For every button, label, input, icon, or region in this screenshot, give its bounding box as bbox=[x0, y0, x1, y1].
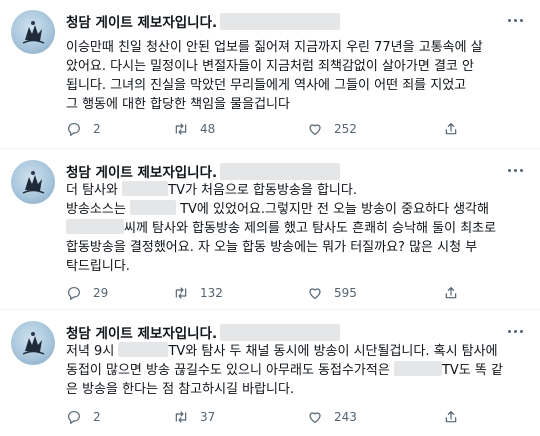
more-dots-icon[interactable] bbox=[506, 324, 524, 338]
tweet-text: 저녁 9시 TV와 탐사 두 채널 동시에 방송이 시단될겁니다. 혹시 탐사에… bbox=[66, 342, 530, 399]
like-button[interactable]: 243 bbox=[307, 407, 357, 427]
like-count: 595 bbox=[334, 286, 357, 300]
like-count: 252 bbox=[334, 122, 357, 136]
retweet-icon bbox=[173, 409, 189, 425]
retweet-count: 37 bbox=[200, 410, 216, 424]
reply-icon bbox=[66, 409, 82, 425]
avatar[interactable] bbox=[11, 321, 55, 365]
text-fragment: 동접이 많으면 방송 끊길수도 있으니 아무래도 동접수가적은 bbox=[66, 363, 390, 378]
like-button[interactable]: 252 bbox=[307, 119, 357, 139]
author-name[interactable]: 청담 게이트 제보자입니다. bbox=[66, 161, 217, 181]
heart-icon bbox=[307, 409, 323, 425]
author-name[interactable]: 청담 게이트 제보자입니다. bbox=[66, 322, 217, 342]
text-fragment: TV가 처음으로 합동방송을 합니다. bbox=[168, 183, 357, 198]
retweet-icon bbox=[173, 285, 189, 301]
avatar[interactable] bbox=[11, 10, 55, 54]
text-fragment: TV도 똑 같 bbox=[441, 363, 503, 378]
retweet-button[interactable]: 132 bbox=[173, 283, 223, 303]
text-fragment: TV와 탐사 두 채널 동시에 방송이 시단될겁니다. 혹시 탐사에 bbox=[168, 344, 498, 359]
share-icon bbox=[443, 121, 459, 137]
redacted-text bbox=[129, 200, 176, 215]
text-fragment: 방송소스는 bbox=[66, 202, 126, 217]
reply-icon bbox=[66, 285, 82, 301]
action-bar: 2 48 252 bbox=[66, 119, 506, 139]
redacted-text bbox=[66, 219, 124, 234]
author-name[interactable]: 청담 게이트 제보자입니다. bbox=[66, 11, 217, 31]
retweet-button[interactable]: 37 bbox=[173, 407, 215, 427]
redacted-text bbox=[118, 342, 169, 357]
redacted-handle bbox=[220, 323, 341, 341]
reply-icon bbox=[66, 121, 82, 137]
retweet-icon bbox=[173, 121, 189, 137]
text-line: 이승만때 친일 청산이 안된 업보를 짊어져 지금까지 우린 77년을 고통속에… bbox=[66, 40, 483, 55]
reply-button[interactable]: 29 bbox=[66, 283, 108, 303]
avatar[interactable] bbox=[11, 160, 55, 204]
text-line: 그 행동에 대한 합당한 책임을 물을겁니다 bbox=[66, 97, 290, 112]
redacted-text bbox=[393, 361, 442, 376]
retweet-button[interactable]: 48 bbox=[173, 119, 215, 139]
reply-button[interactable]: 2 bbox=[66, 119, 101, 139]
redacted-text bbox=[122, 181, 169, 196]
reply-count: 29 bbox=[93, 286, 109, 300]
tweet-text: 더 탐사와 TV가 처음으로 합동방송을 합니다. 방송소스는 TV에 있었어요… bbox=[66, 181, 530, 276]
text-fragment: 저녁 9시 bbox=[66, 344, 115, 359]
text-fragment: TV에 있었어요.그렇지만 전 오늘 방송이 중요하다 생각해 bbox=[180, 202, 489, 217]
action-bar: 2 37 243 bbox=[66, 407, 506, 427]
text-line: 탁드립니다. bbox=[66, 259, 130, 274]
share-button[interactable] bbox=[443, 407, 459, 427]
text-line: 합동방송을 결정했어요. 자 오늘 합동 방송에는 뭐가 터질까요? 많은 시청… bbox=[66, 240, 478, 255]
redacted-handle bbox=[220, 162, 341, 180]
text-line: 았어요. 다시는 밀정이나 변절자들이 지금처럼 죄책감없이 살아가면 결코 안 bbox=[66, 59, 474, 74]
text-line: 은 방송을 한다는 점 참고하시길 바랍니다. bbox=[66, 382, 295, 397]
like-count: 243 bbox=[334, 410, 357, 424]
more-dots-icon[interactable] bbox=[506, 163, 524, 177]
redacted-handle bbox=[220, 12, 341, 30]
reply-count: 2 bbox=[93, 122, 101, 136]
share-button[interactable] bbox=[443, 119, 459, 139]
text-line: 됩니다. 그녀의 진실을 막았던 무리들에게 역사에 그들이 어떤 죄를 지었고 bbox=[66, 78, 467, 93]
text-fragment: 더 탐사와 bbox=[66, 183, 118, 198]
retweet-count: 48 bbox=[200, 122, 216, 136]
more-dots-icon[interactable] bbox=[506, 13, 524, 27]
retweet-count: 132 bbox=[200, 286, 223, 300]
tweet-2[interactable]: 청담 게이트 제보자입니다. 더 탐사와 TV가 처음으로 합동방송을 합니다.… bbox=[0, 150, 540, 310]
heart-icon bbox=[307, 121, 323, 137]
tweet-text: 이승만때 친일 청산이 안된 업보를 짊어져 지금까지 우린 77년을 고통속에… bbox=[66, 38, 530, 114]
like-button[interactable]: 595 bbox=[307, 283, 357, 303]
reply-button[interactable]: 2 bbox=[66, 407, 101, 427]
action-bar: 29 132 595 bbox=[66, 283, 506, 303]
reply-count: 2 bbox=[93, 410, 101, 424]
tweet-1[interactable]: 청담 게이트 제보자입니다. 이승만때 친일 청산이 안된 업보를 짊어져 지금… bbox=[0, 0, 540, 149]
share-icon bbox=[443, 409, 459, 425]
text-fragment: 씨께 탐사와 합동방송 제의를 했고 탐사도 흔쾌히 승낙해 둘이 최초로 bbox=[124, 221, 497, 236]
share-button[interactable] bbox=[443, 283, 459, 303]
heart-icon bbox=[307, 285, 323, 301]
tweet-3[interactable]: 청담 게이트 제보자입니다. 저녁 9시 TV와 탐사 두 채널 동시에 방송이… bbox=[0, 311, 540, 436]
share-icon bbox=[443, 285, 459, 301]
